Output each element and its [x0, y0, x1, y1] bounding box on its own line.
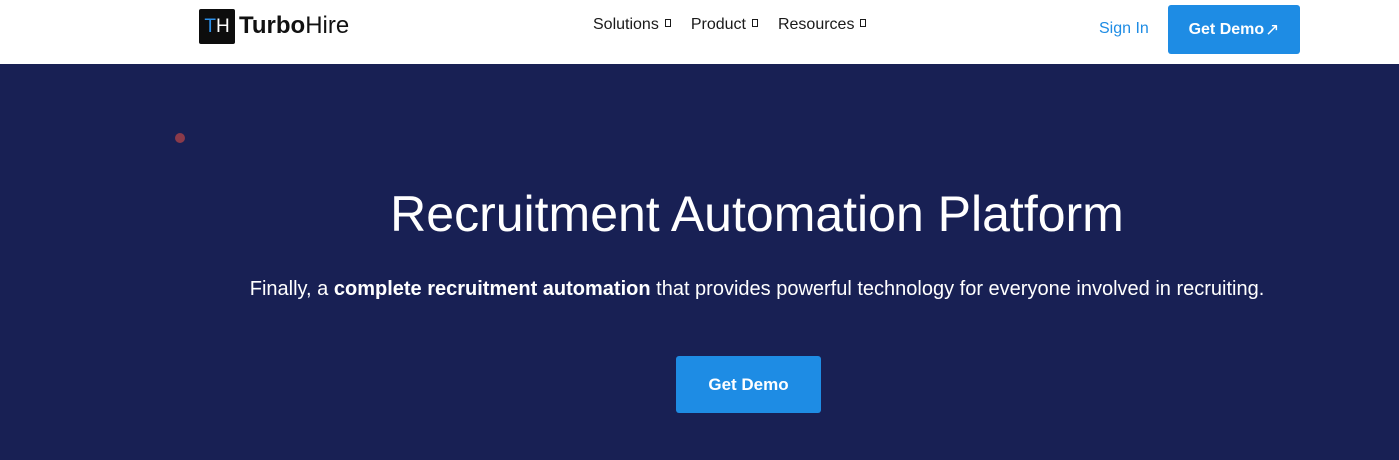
hero-title: Recruitment Automation Platform: [390, 186, 1124, 242]
hero-subtitle-pre: Finally, a: [249, 278, 334, 300]
menu-item-solutions[interactable]: Solutions: [593, 16, 671, 34]
logo-mark-h: H: [215, 15, 230, 37]
nav-get-demo-button[interactable]: Get Demo ↗: [1168, 5, 1300, 54]
logo-wordmark-light: Hire: [305, 12, 350, 39]
logo-mark-t: T: [204, 15, 216, 37]
chevron-down-icon: [664, 19, 671, 27]
main-menu: Solutions Product Resources: [593, 14, 886, 36]
sign-in-link[interactable]: Sign In: [1099, 20, 1149, 38]
nav-get-demo-label: Get Demo: [1188, 20, 1265, 38]
hero-subtitle-post: that provides powerful technology for ev…: [650, 278, 1265, 300]
hero-subtitle: Finally, a complete recruitment automati…: [0, 274, 1399, 305]
chevron-down-icon: [860, 19, 867, 27]
hero-subtitle-bold: complete recruitment automation: [333, 278, 651, 300]
hero-get-demo-button[interactable]: Get Demo: [676, 356, 821, 413]
menu-item-product[interactable]: Product: [691, 16, 758, 34]
menu-item-label: Product: [690, 16, 746, 33]
chevron-down-icon: [751, 19, 758, 27]
logo-wordmark: TurboHire: [239, 14, 349, 38]
menu-item-resources[interactable]: Resources: [777, 16, 867, 34]
decorative-dot: [175, 133, 185, 143]
arrow-up-right-icon: ↗: [1265, 19, 1280, 39]
top-navbar: TH TurboHire Solutions Product Resources…: [0, 0, 1399, 64]
turbohire-logo[interactable]: TH TurboHire: [199, 8, 349, 44]
menu-item-label: Solutions: [593, 16, 659, 33]
logo-wordmark-bold: Turbo: [239, 12, 306, 39]
menu-item-label: Resources: [777, 16, 855, 33]
logo-mark-icon: TH: [199, 8, 235, 44]
